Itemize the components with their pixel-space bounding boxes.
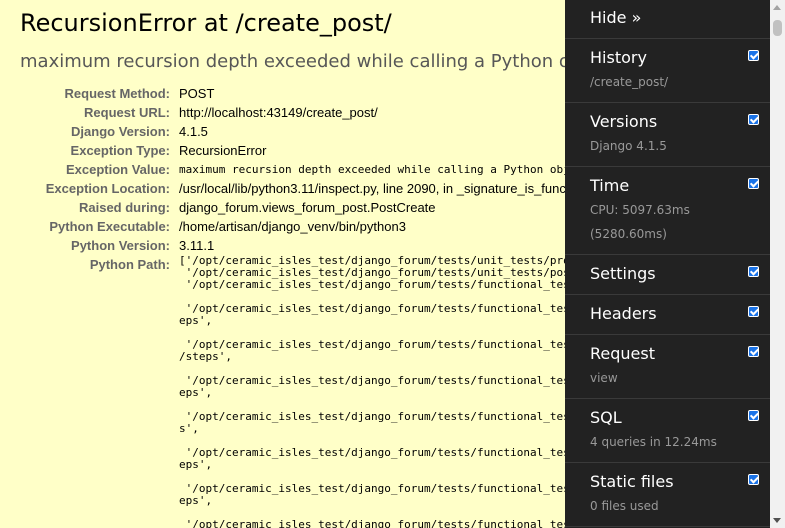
- meta-label: Python Version:: [71, 238, 170, 253]
- meta-label: Exception Value:: [65, 162, 170, 177]
- meta-label: Django Version:: [71, 124, 170, 139]
- panel-settings[interactable]: Settings: [565, 255, 770, 295]
- panel-toggle-checkbox[interactable]: [748, 266, 759, 277]
- panel-history[interactable]: History /create_post/: [565, 39, 770, 103]
- meta-label: Request Method:: [64, 86, 170, 101]
- panel-versions[interactable]: Versions Django 4.1.5: [565, 103, 770, 167]
- panel-title: Request: [590, 344, 655, 363]
- panel-title: Headers: [590, 304, 657, 323]
- panel-subtitle: view: [590, 371, 618, 385]
- meta-label: Exception Type:: [70, 143, 170, 158]
- panel-title: Static files: [590, 472, 674, 491]
- panel-title: Settings: [590, 264, 656, 283]
- panel-toggle-checkbox[interactable]: [748, 178, 759, 189]
- meta-label: Python Executable:: [49, 219, 170, 234]
- panel-subtitle: CPU: 5097.63ms: [590, 203, 690, 217]
- meta-label: Python Path:: [89, 257, 170, 272]
- meta-label: Raised during:: [78, 200, 170, 215]
- scroll-down-arrow-icon[interactable]: [773, 518, 781, 523]
- panel-subtitle: 0 files used: [590, 499, 659, 513]
- panel-title: Versions: [590, 112, 658, 131]
- exception-summary: maximum recursion depth exceeded while c…: [20, 51, 615, 72]
- panel-title: Time: [590, 176, 630, 195]
- panel-sql[interactable]: SQL 4 queries in 12.24ms: [565, 399, 770, 463]
- scrollbar-thumb[interactable]: [773, 20, 782, 36]
- panel-toggle-checkbox[interactable]: [748, 306, 759, 317]
- panel-request[interactable]: Request view: [565, 335, 770, 399]
- debug-toolbar: Hide » History /create_post/ Versions Dj…: [565, 0, 770, 528]
- panel-subtitle: Django 4.1.5: [590, 139, 667, 153]
- meta-label: Exception Location:: [45, 181, 170, 196]
- panel-toggle-checkbox[interactable]: [748, 50, 759, 61]
- panel-toggle-checkbox[interactable]: [748, 114, 759, 125]
- panel-toggle-checkbox[interactable]: [748, 410, 759, 421]
- panel-subtitle: (5280.60ms): [590, 227, 667, 241]
- panel-toggle-checkbox[interactable]: [748, 346, 759, 357]
- panel-subtitle: /create_post/: [590, 75, 669, 89]
- panel-title: History: [590, 48, 647, 67]
- scroll-up-arrow-icon[interactable]: [773, 5, 781, 10]
- panel-time[interactable]: Time CPU: 5097.63ms (5280.60ms): [565, 167, 770, 255]
- meta-label: Request URL:: [84, 105, 170, 120]
- page-scrollbar[interactable]: [770, 0, 785, 528]
- panel-title: SQL: [590, 408, 622, 427]
- panel-toggle-checkbox[interactable]: [748, 474, 759, 485]
- panel-static-files[interactable]: Static files 0 files used: [565, 463, 770, 527]
- hide-toolbar-button[interactable]: Hide »: [565, 0, 770, 39]
- panel-subtitle: 4 queries in 12.24ms: [590, 435, 717, 449]
- page-title: RecursionError at /create_post/: [20, 9, 392, 37]
- panel-headers[interactable]: Headers: [565, 295, 770, 335]
